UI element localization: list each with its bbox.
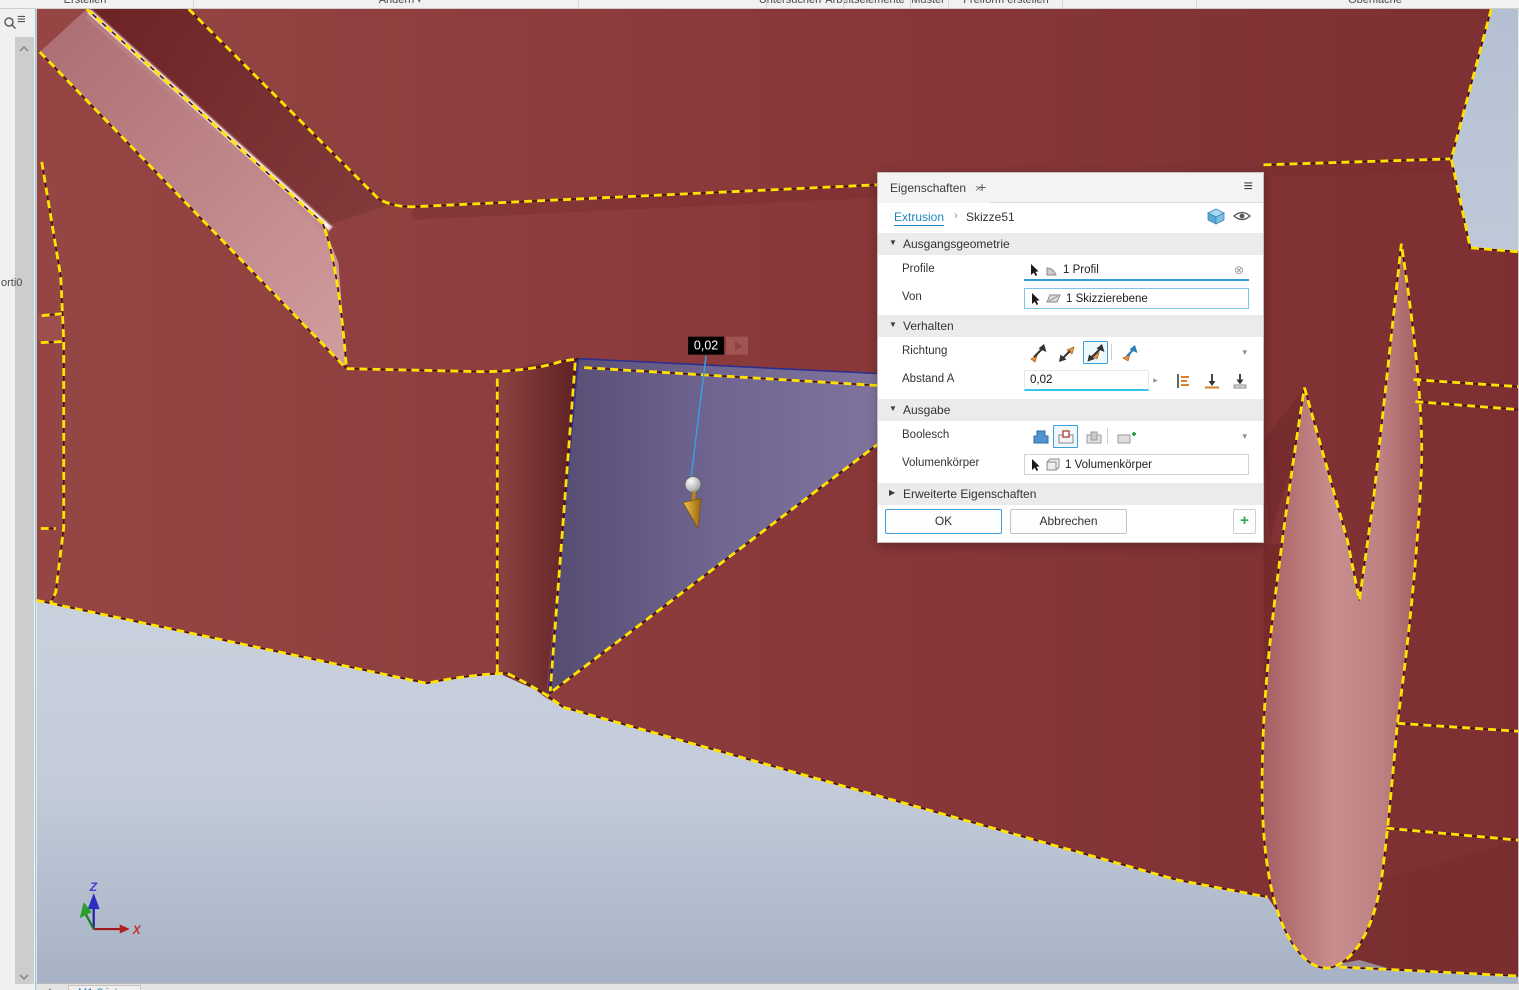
direction-symmetric-button[interactable] (1083, 341, 1108, 364)
inventor-window: Erstellen Ändern ▾ Untersuchen Arbeitsel… (0, 0, 1519, 990)
breadcrumb-sketch: Skizze51 (966, 210, 1015, 224)
document-tab[interactable]: M1-3.ipt× (68, 985, 141, 990)
dimension-label[interactable]: 0,02 (688, 337, 748, 355)
ribbon-separator (1196, 0, 1197, 8)
row-profile: Profile 1 Profil ⊗ (878, 257, 1263, 285)
cursor-icon (1030, 458, 1041, 472)
home-icon[interactable]: ⌂ (46, 984, 54, 990)
direction-default-button[interactable] (1025, 341, 1050, 364)
profile-field[interactable]: 1 Profil ⊗ (1024, 260, 1249, 281)
row-richtung: Richtung ▾ (878, 339, 1263, 367)
tab-eigenschaften[interactable]: Eigenschaften× (878, 173, 990, 203)
dialog-tab-bar: Eigenschaften× + ≡ (878, 173, 1263, 203)
direction-flipped-button[interactable] (1054, 341, 1079, 364)
measure-extents-button[interactable] (1170, 369, 1195, 392)
ribbon-group-freiform[interactable]: Freiform erstellen (963, 0, 1049, 7)
section-ausgangsgeometrie[interactable]: ▼ Ausgangsgeometrie (878, 233, 1263, 255)
chevron-down-icon: ▾ (417, 0, 421, 5)
new-solid-button[interactable] (1114, 425, 1139, 448)
boolean-intersect-button[interactable] (1081, 425, 1106, 448)
ribbon-separator (843, 0, 844, 8)
breadcrumb-extrusion-link[interactable]: Extrusion (894, 210, 944, 226)
properties-dialog: Eigenschaften× + ≡ Extrusion › Skizze51 … (877, 172, 1264, 543)
profile-shape-icon (1045, 264, 1058, 276)
svg-text:0,02: 0,02 (694, 339, 718, 353)
sketch-plane-icon (1046, 293, 1061, 304)
dialog-buttons: OK Abbrechen + (878, 509, 1263, 539)
section-verhalten[interactable]: ▼ Verhalten (878, 315, 1263, 337)
ribbon-group-muster[interactable]: Muster (911, 0, 945, 7)
clipped-panel-text: orti0 (1, 277, 25, 289)
to-surface-button[interactable] (1227, 369, 1252, 392)
scroll-up-icon[interactable] (18, 45, 30, 53)
ribbon-separator (948, 0, 949, 8)
value-flyout-icon[interactable]: ▸ (1149, 372, 1162, 389)
browser-scrollbar[interactable] (15, 37, 34, 984)
section-erweiterte-eigenschaften[interactable]: ▶ Erweiterte Eigenschaften (878, 483, 1263, 505)
cursor-icon (1029, 263, 1040, 277)
ribbon-group-erstellen[interactable]: Erstellen (64, 0, 107, 7)
row-volumenkoerper: Volumenkörper 1 Volumenkörper (878, 451, 1263, 479)
chevron-down-icon[interactable]: ▾ (1242, 431, 1247, 442)
boolean-join-button[interactable] (1028, 425, 1053, 448)
boolean-cut-button[interactable] (1053, 425, 1078, 448)
cursor-icon (1030, 292, 1041, 306)
chevron-down-icon[interactable]: ▾ (1242, 347, 1247, 358)
ribbon-separator (578, 0, 579, 8)
feature-breadcrumb: Extrusion › Skizze51 (878, 203, 1263, 231)
row-boolesch: Boolesch ▾ (878, 423, 1263, 451)
add-feature-button[interactable]: + (1233, 509, 1256, 534)
solid-preview-icon[interactable] (1207, 208, 1225, 225)
von-field[interactable]: 1 Skizzierebene (1024, 288, 1249, 309)
ribbon-group-oberflaeche[interactable]: Oberfläche (1348, 0, 1402, 7)
ribbon-separator (766, 0, 767, 8)
search-icon[interactable] (5, 18, 16, 29)
abstand-input[interactable]: 0,02 (1024, 370, 1149, 391)
clear-selection-icon[interactable]: ⊗ (1234, 263, 1244, 277)
cancel-button[interactable]: Abbrechen (1010, 509, 1127, 534)
viewport-3d[interactable]: 0,02 X Z (36, 9, 1519, 983)
volumenkoerper-field[interactable]: 1 Volumenkörper (1024, 454, 1249, 475)
solid-body-icon (1046, 458, 1060, 471)
breadcrumb-sep-icon: › (954, 210, 958, 222)
document-tab-bar: ⌂ M1-3.ipt× (36, 983, 1519, 990)
viewport-border-line (35, 9, 36, 990)
scroll-down-icon[interactable] (18, 973, 30, 981)
ribbon-group-arbeitselemente[interactable]: Arbeitselemente (825, 0, 905, 7)
icon-separator (1111, 344, 1112, 360)
icon-separator (1107, 428, 1108, 444)
ribbon-separator (1062, 0, 1063, 8)
ok-button[interactable]: OK (885, 509, 1002, 534)
svg-text:Z: Z (89, 880, 98, 894)
browser-panel-collapsed: ≡ (0, 9, 36, 990)
ribbon-group-aendern[interactable]: Ändern ▾ (379, 0, 422, 8)
collapse-icon: ▼ (889, 238, 897, 247)
add-tab-icon[interactable]: + (978, 179, 986, 195)
ribbon-separator (910, 0, 911, 8)
svg-text:X: X (132, 923, 142, 937)
collapse-icon: ▼ (889, 404, 897, 413)
to-next-button[interactable] (1199, 369, 1224, 392)
row-abstand: Abstand A 0,02 ▸ (878, 367, 1263, 395)
visibility-eye-icon[interactable] (1233, 210, 1251, 222)
panel-menu-icon[interactable]: ≡ (17, 11, 26, 28)
expand-icon: ▶ (889, 488, 895, 497)
ribbon-strip: Erstellen Ändern ▾ Untersuchen Arbeitsel… (0, 0, 1519, 9)
row-von: Von 1 Skizzierebene (878, 285, 1263, 313)
direction-asymmetric-button[interactable] (1116, 341, 1141, 364)
collapse-icon: ▼ (889, 320, 897, 329)
dialog-menu-icon[interactable]: ≡ (1244, 178, 1253, 196)
manipulator-sphere[interactable] (685, 477, 701, 493)
section-ausgabe[interactable]: ▼ Ausgabe (878, 399, 1263, 421)
ribbon-separator (193, 0, 194, 8)
ribbon-group-untersuchen[interactable]: Untersuchen (759, 0, 821, 7)
